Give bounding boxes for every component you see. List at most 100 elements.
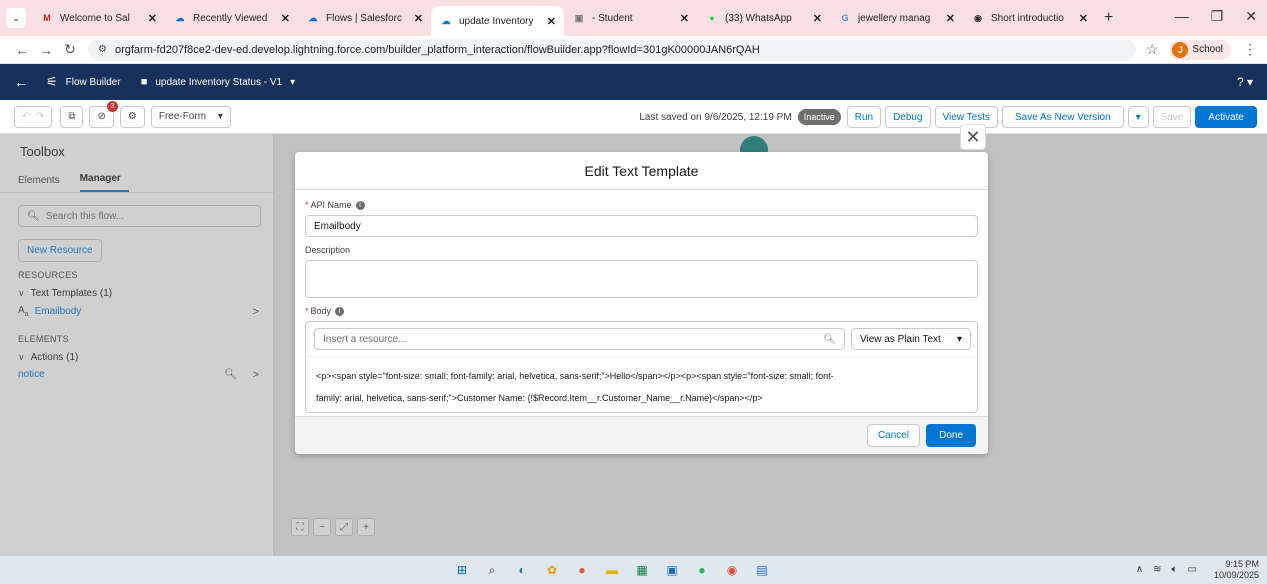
info-icon[interactable]: i <box>335 306 345 316</box>
file-explorer-icon[interactable]: ▬ <box>602 560 622 580</box>
restore-icon[interactable]: ❐ <box>1211 8 1224 25</box>
edit-text-template-modal: Edit Text Template * API Name i Emailbody … <box>295 152 988 454</box>
forward-icon[interactable]: → <box>34 42 58 58</box>
tab-close-icon[interactable]: ✕ <box>281 12 290 25</box>
browser-tab[interactable]: ☁ Recently Viewed ✕ <box>165 4 298 32</box>
tab-favicon-icon: ● <box>709 13 715 23</box>
modal-title: Edit Text Template <box>295 152 988 190</box>
browser-tab[interactable]: M Welcome to Sal ✕ <box>32 4 165 32</box>
copy-icon: ⧉ <box>68 111 76 122</box>
new-tab-button[interactable]: + <box>1104 9 1113 27</box>
undo-icon[interactable]: ↶ <box>22 111 30 122</box>
layout-mode-select[interactable]: Free-Form ▾ <box>150 105 231 128</box>
last-saved-text: Last saved on 9/6/2025, 12:19 PM <box>639 111 792 123</box>
chrome-icon[interactable]: ◉ <box>722 560 742 580</box>
close-icon[interactable]: ✕ <box>960 124 986 150</box>
chevron-up-icon[interactable]: ∧ <box>1136 564 1143 575</box>
description-textarea[interactable] <box>305 260 978 298</box>
reload-icon[interactable]: ↻ <box>58 41 82 58</box>
photos-icon[interactable]: ✿ <box>542 560 562 580</box>
excel-icon[interactable]: ▦ <box>632 560 652 580</box>
store-icon[interactable]: ▣ <box>662 560 682 580</box>
errors-button[interactable]: ⊘ 3 <box>89 100 118 128</box>
browser-tab[interactable]: ☁ update Inventory ✕ <box>431 6 564 36</box>
edge-icon[interactable]: ◐ <box>512 560 532 580</box>
windows-start-icon[interactable]: ⊞ <box>452 560 472 580</box>
wifi-icon[interactable]: ≋ <box>1153 564 1161 575</box>
flow-builder-header: ← ⚟ Flow Builder ■ update Inventory Stat… <box>0 64 1267 100</box>
tab-close-icon[interactable]: ✕ <box>414 12 423 25</box>
back-icon[interactable]: ← <box>10 42 34 58</box>
modal-footer: Cancel Done <box>295 416 988 454</box>
tab-label: - Student <box>592 12 633 24</box>
settings-button[interactable]: ⚙ <box>119 105 145 128</box>
activate-button[interactable]: Activate <box>1195 106 1257 128</box>
site-info-icon[interactable]: ⚙ <box>98 44 107 55</box>
flow-toolbar: ↶ ↷ ⧉ ⊘ 3 ⚙ Free-Form ▾ Last saved on 9/… <box>0 100 1267 134</box>
close-window-icon[interactable]: ✕ <box>1245 8 1257 25</box>
tab-label: Short introductio <box>991 12 1064 24</box>
tab-close-icon[interactable]: ✕ <box>946 12 955 25</box>
redo-icon[interactable]: ↷ <box>36 111 44 122</box>
tab-close-icon[interactable]: ✕ <box>1079 12 1088 25</box>
browser-tab[interactable]: ☁ Flows | Salesforc ✕ <box>298 4 431 32</box>
flow-title[interactable]: update Inventory Status - V1 <box>155 77 282 88</box>
minimize-icon[interactable]: — <box>1175 8 1189 25</box>
tab-search-dropdown[interactable]: ⌄ <box>6 8 26 28</box>
browser-tab[interactable]: ▣ - Student ✕ <box>564 4 697 32</box>
browser-tab[interactable]: ◉ Short introductio ✕ <box>963 4 1096 32</box>
insert-resource-input[interactable]: Insert a resource... 🔍︎ <box>314 328 845 350</box>
profile-button[interactable]: J School <box>1170 39 1231 60</box>
tab-label: Welcome to Sal <box>60 12 130 24</box>
tab-favicon-icon: G <box>841 13 849 23</box>
cancel-button[interactable]: Cancel <box>866 424 921 447</box>
undo-redo-group: ↶ ↷ <box>14 105 53 128</box>
copy-button[interactable]: ⧉ <box>60 105 84 128</box>
system-tray: ∧ ≋ 🔈︎ ▭ <box>1136 564 1197 575</box>
done-button[interactable]: Done <box>926 424 976 447</box>
search-icon: 🔍︎ <box>823 333 836 345</box>
save-button[interactable]: Save <box>1152 106 1192 128</box>
error-count-badge: 3 <box>106 100 118 112</box>
spotify-icon[interactable]: ● <box>692 560 712 580</box>
tab-favicon-icon: ☁ <box>308 12 318 23</box>
search-icon[interactable]: ⌕ <box>482 560 502 580</box>
browser-menu-icon[interactable]: ⋮ <box>1243 41 1257 58</box>
battery-icon[interactable]: ▭ <box>1188 564 1197 575</box>
view-mode-select[interactable]: View as Plain Text ▾ <box>851 328 971 350</box>
body-text[interactable]: <p><span style="font-size: small; font-f… <box>306 357 977 409</box>
view-mode-label: View as Plain Text <box>860 333 941 345</box>
tab-close-icon[interactable]: ✕ <box>680 12 689 25</box>
clock[interactable]: 9:15 PM 10/09/2025 <box>1214 559 1259 581</box>
body-editor[interactable]: Insert a resource... 🔍︎ View as Plain Te… <box>305 321 978 413</box>
chevron-down-icon[interactable]: ▾ <box>290 77 295 88</box>
help-icon[interactable]: ? ▾ <box>1237 75 1253 89</box>
save-as-new-version-button[interactable]: Save As New Version <box>1001 106 1124 128</box>
save-menu-chevron[interactable]: ▾ <box>1127 106 1149 128</box>
tab-label: Recently Viewed <box>193 12 268 24</box>
browser-tab[interactable]: ● (33) WhatsApp ✕ <box>697 4 830 32</box>
debug-button[interactable]: Debug <box>885 106 931 128</box>
browser-tab[interactable]: Gjewellery manag ✕ <box>830 4 963 32</box>
body-label: * Body i <box>305 306 978 316</box>
run-button[interactable]: Run <box>846 106 882 128</box>
windows-taskbar: ⊞ ⌕ ◐ ✿ ● ▬ ▦ ▣ ● ◉ ▤ ∧ ≋ 🔈︎ ▭ 9:15 PM 1… <box>0 556 1267 584</box>
volume-icon[interactable]: 🔈︎ <box>1172 564 1178 575</box>
url-input[interactable]: ⚙ orgfarm-fd207f8ce2-dev-ed.develop.ligh… <box>88 38 1136 61</box>
body-line-2: family: arial, helvetica, sans-serif;">C… <box>316 393 763 403</box>
tab-favicon-icon: M <box>43 13 51 23</box>
profile-label: School <box>1192 44 1223 55</box>
api-name-input[interactable]: Emailbody <box>305 215 978 237</box>
resource-placeholder: Insert a resource... <box>323 333 407 345</box>
info-icon[interactable]: i <box>355 200 365 210</box>
layout-mode-label: Free-Form <box>158 111 207 122</box>
tab-close-icon[interactable]: ✕ <box>148 12 157 25</box>
back-arrow-icon[interactable]: ← <box>14 74 28 90</box>
app-name: Flow Builder <box>65 76 121 88</box>
terminal-icon[interactable]: ▤ <box>752 560 772 580</box>
app-icon[interactable]: ● <box>572 560 592 580</box>
tab-close-icon[interactable]: ✕ <box>813 12 822 25</box>
bookmark-star-icon[interactable]: ☆ <box>1146 41 1159 58</box>
chevron-down-icon: ▾ <box>1135 111 1141 123</box>
tab-close-icon[interactable]: ✕ <box>547 15 556 28</box>
